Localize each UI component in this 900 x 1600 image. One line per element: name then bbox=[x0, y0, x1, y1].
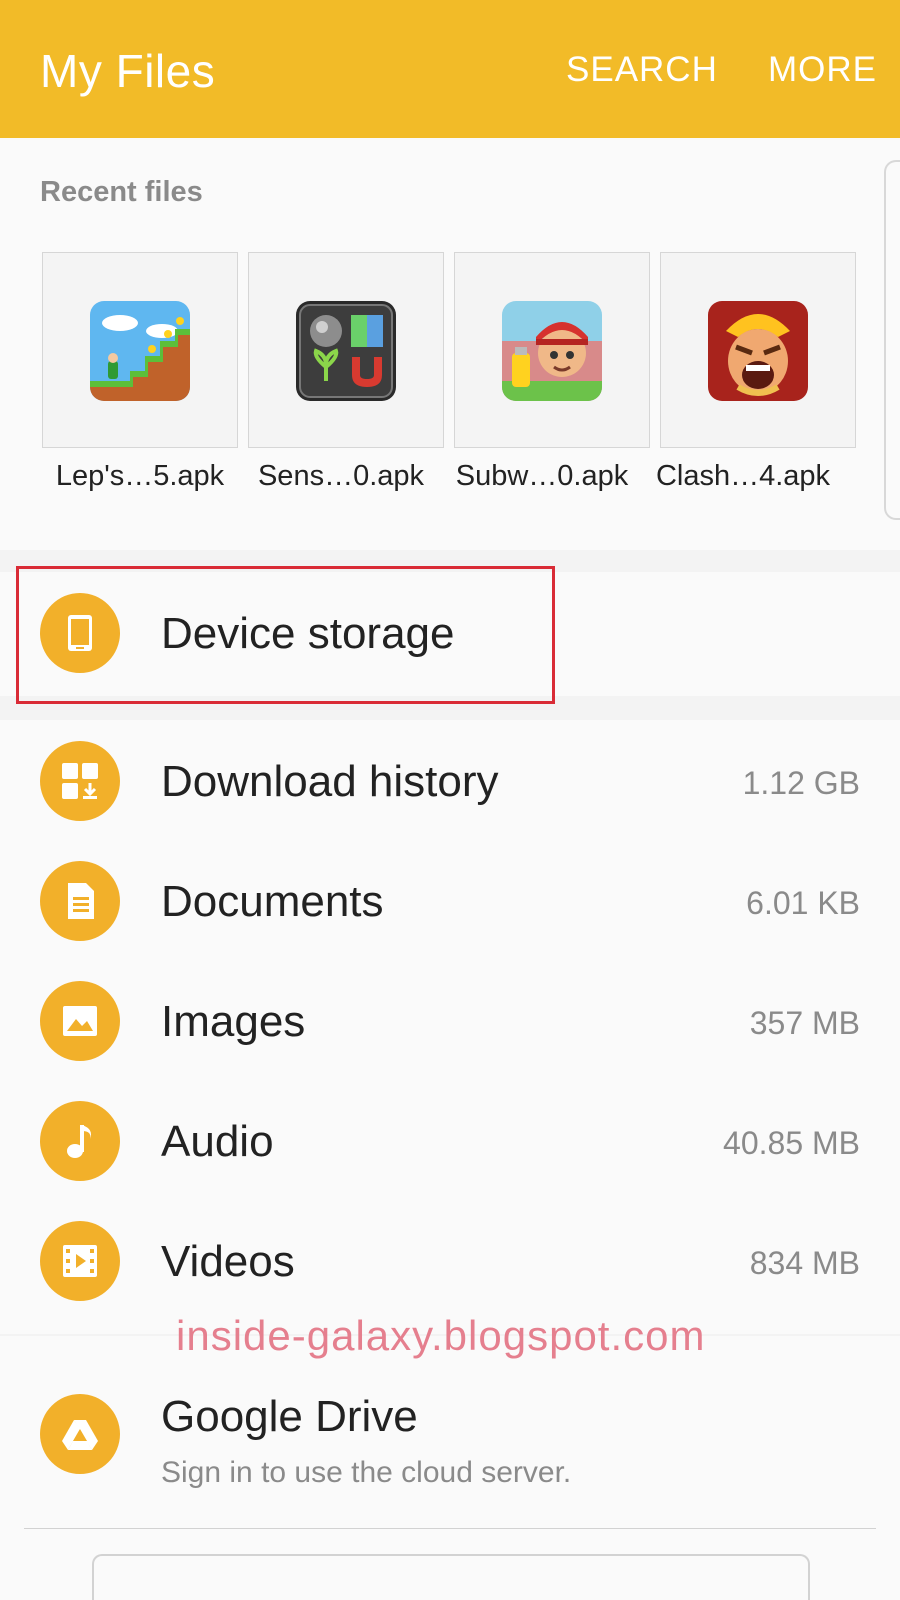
images-item[interactable]: Images 357 MB bbox=[0, 960, 900, 1080]
scroll-edge-indicator bbox=[884, 160, 900, 520]
category-size: 1.12 GB bbox=[742, 765, 860, 801]
device-storage-panel: Device storage bbox=[0, 572, 900, 696]
device-storage-label: Device storage bbox=[161, 609, 455, 658]
music-note-icon bbox=[40, 1101, 120, 1181]
category-label: Images bbox=[161, 997, 306, 1046]
recent-file-label: Lep's…5.apk bbox=[55, 460, 225, 492]
category-size: 6.01 KB bbox=[746, 885, 860, 921]
google-drive-label: Google Drive bbox=[161, 1392, 418, 1441]
recent-file-label: Subw…0.apk bbox=[455, 460, 629, 492]
divider bbox=[24, 1528, 876, 1529]
google-drive-sublabel: Sign in to use the cloud server. bbox=[161, 1456, 572, 1489]
search-button[interactable]: SEARCH bbox=[566, 50, 718, 90]
google-drive-item[interactable]: Google Drive Sign in to use the cloud se… bbox=[0, 1358, 900, 1508]
recent-file-label: Sens…0.apk bbox=[257, 460, 425, 492]
videos-item[interactable]: Videos 834 MB bbox=[0, 1200, 900, 1320]
category-label: Download history bbox=[161, 757, 499, 806]
category-size: 357 MB bbox=[749, 1005, 860, 1041]
recent-file-thumb[interactable] bbox=[454, 252, 650, 448]
category-size: 834 MB bbox=[749, 1245, 860, 1281]
subway-surfers-app-icon bbox=[502, 301, 602, 401]
recent-file-thumb[interactable] bbox=[42, 252, 238, 448]
image-icon bbox=[40, 981, 120, 1061]
app-title: My Files bbox=[40, 45, 216, 97]
google-drive-icon bbox=[40, 1394, 120, 1474]
more-button[interactable]: MORE bbox=[768, 50, 877, 90]
category-list: Download history 1.12 GB Documents 6.01 … bbox=[0, 720, 900, 1334]
download-history-item[interactable]: Download history 1.12 GB bbox=[0, 720, 900, 840]
category-label: Videos bbox=[161, 1237, 295, 1286]
watermark: inside-galaxy.blogspot.com bbox=[176, 1312, 706, 1359]
app-bar: My Files SEARCH MORE bbox=[0, 0, 900, 138]
audio-item[interactable]: Audio 40.85 MB bbox=[0, 1080, 900, 1200]
sign-in-button[interactable] bbox=[92, 1554, 810, 1600]
recent-file-thumb[interactable] bbox=[660, 252, 856, 448]
documents-item[interactable]: Documents 6.01 KB bbox=[0, 840, 900, 960]
leps-world-app-icon bbox=[90, 301, 190, 401]
recent-file-label: Clash…4.apk bbox=[655, 460, 831, 492]
document-icon bbox=[40, 861, 120, 941]
category-size: 40.85 MB bbox=[723, 1125, 860, 1161]
recent-files-title: Recent files bbox=[40, 176, 203, 208]
category-label: Documents bbox=[161, 877, 384, 926]
cloud-panel: Google Drive Sign in to use the cloud se… bbox=[0, 1336, 900, 1600]
device-storage-item[interactable]: Device storage bbox=[0, 572, 900, 692]
video-icon bbox=[40, 1221, 120, 1301]
sensors-app-icon bbox=[296, 301, 396, 401]
download-icon bbox=[40, 741, 120, 821]
phone-icon bbox=[40, 593, 120, 673]
category-label: Audio bbox=[161, 1117, 274, 1166]
recent-files-panel: Recent files Lep's…5.apk Sens…0.apk Subw… bbox=[0, 138, 900, 550]
clash-of-clans-app-icon bbox=[708, 301, 808, 401]
recent-file-thumb[interactable] bbox=[248, 252, 444, 448]
